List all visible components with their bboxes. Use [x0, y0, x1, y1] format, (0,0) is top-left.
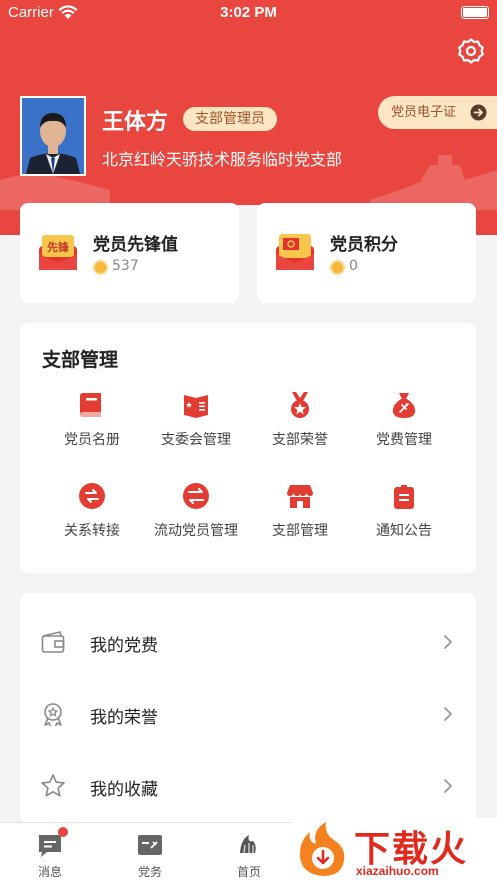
mobile-member-icon: [183, 483, 209, 509]
list-item-label: 我的荣誉: [90, 708, 158, 728]
grid-item-notice[interactable]: 通知公告: [349, 481, 459, 540]
tab-label: 消息: [37, 865, 62, 879]
coin-icon: [93, 260, 108, 275]
grid-item-honor[interactable]: 支部荣誉: [245, 390, 355, 449]
chevron-right-icon: [444, 779, 452, 793]
vanguard-score-card[interactable]: 先锋 党员先锋值 537: [20, 203, 239, 303]
user-name: 王体方: [102, 110, 169, 135]
grid-label: 党费管理: [376, 432, 432, 448]
list-item-my-dues[interactable]: 我的党费: [20, 599, 476, 671]
watermark-domain: xiazaihuo.com: [356, 864, 439, 878]
grid-item-committee[interactable]: 支委会管理: [141, 390, 251, 449]
message-icon: [36, 827, 68, 859]
grid-label: 支部荣誉: [272, 432, 328, 448]
site-watermark: 下载火 xiazaihuo.com: [292, 818, 497, 883]
personal-menu-list: 我的党费 我的荣誉 我的收藏: [20, 593, 476, 823]
grid-label: 流动党员管理: [154, 523, 238, 539]
points-value: 0: [349, 258, 358, 274]
points-title: 党员积分: [330, 235, 398, 255]
grid-label: 支部管理: [272, 523, 328, 539]
branch-store-icon: [287, 485, 313, 508]
flame-logo-icon: [300, 822, 345, 876]
transfer-icon: [79, 483, 105, 509]
member-ecard-label: 党员电子证: [391, 105, 457, 120]
tab-label: 党务: [137, 865, 162, 879]
list-item-my-favorites[interactable]: 我的收藏: [20, 743, 476, 815]
grid-label: 党员名册: [64, 432, 120, 448]
branch-name: 北京红岭天骄技术服务临时党支部: [102, 150, 343, 169]
points-score-card[interactable]: 党员积分 0: [257, 203, 476, 303]
grid-item-dues[interactable]: 党费管理: [349, 390, 459, 449]
great-wall-right-decoration: [370, 155, 497, 210]
vanguard-title: 党员先锋值: [93, 235, 178, 255]
coin-icon: [330, 260, 345, 275]
grid-label: 关系转接: [64, 523, 120, 539]
user-avatar[interactable]: [20, 96, 86, 176]
committee-flag-icon: [184, 395, 208, 418]
wallet-icon: [41, 631, 65, 653]
tab-messages[interactable]: 消息: [10, 827, 90, 880]
arrow-right-circle-icon: [470, 104, 487, 121]
chevron-right-icon: [444, 635, 452, 649]
branch-management-card: 支部管理 党员名册 支委会管理 支部荣誉 党费管理 关系转接 流动党员管理 支部…: [20, 323, 476, 573]
roster-book-icon: [80, 393, 101, 417]
vanguard-envelope-icon: 先锋: [39, 235, 77, 270]
clock: 3:02 PM: [220, 4, 277, 21]
status-bar: Carrier 3:02 PM: [0, 0, 497, 26]
settings-gear-icon[interactable]: [457, 37, 485, 65]
star-icon: [41, 774, 65, 797]
unread-badge: [58, 827, 68, 837]
grid-item-branch[interactable]: 支部管理: [245, 481, 355, 540]
honor-medal-icon: [291, 392, 309, 418]
list-item-label: 我的收藏: [90, 780, 158, 800]
home-icon: [235, 831, 263, 859]
points-envelope-icon: [276, 234, 314, 270]
vanguard-value: 537: [112, 258, 139, 274]
tab-label: 首页: [236, 865, 261, 879]
grid-label: 通知公告: [376, 523, 432, 539]
party-affairs-icon: [136, 831, 164, 859]
tab-party-affairs[interactable]: 党务: [110, 831, 190, 880]
chevron-right-icon: [444, 707, 452, 721]
grid-item-roster[interactable]: 党员名册: [37, 390, 147, 449]
dues-bag-icon: [392, 393, 416, 418]
role-badge: 支部管理员: [183, 107, 277, 131]
branch-management-title: 支部管理: [42, 349, 119, 371]
grid-item-mobile-member[interactable]: 流动党员管理: [141, 481, 251, 540]
person-portrait-icon: [22, 98, 84, 174]
notice-board-icon: [394, 485, 414, 509]
member-ecard-button[interactable]: 党员电子证: [378, 96, 497, 129]
list-item-label: 我的党费: [90, 636, 158, 656]
tab-home[interactable]: 首页: [209, 831, 289, 880]
battery-icon: [461, 6, 489, 19]
award-icon: [44, 703, 62, 727]
list-item-my-honor[interactable]: 我的荣誉: [20, 671, 476, 743]
vanguard-badge-text: 先锋: [47, 240, 70, 254]
grid-label: 支委会管理: [161, 432, 231, 448]
grid-item-transfer[interactable]: 关系转接: [37, 481, 147, 540]
